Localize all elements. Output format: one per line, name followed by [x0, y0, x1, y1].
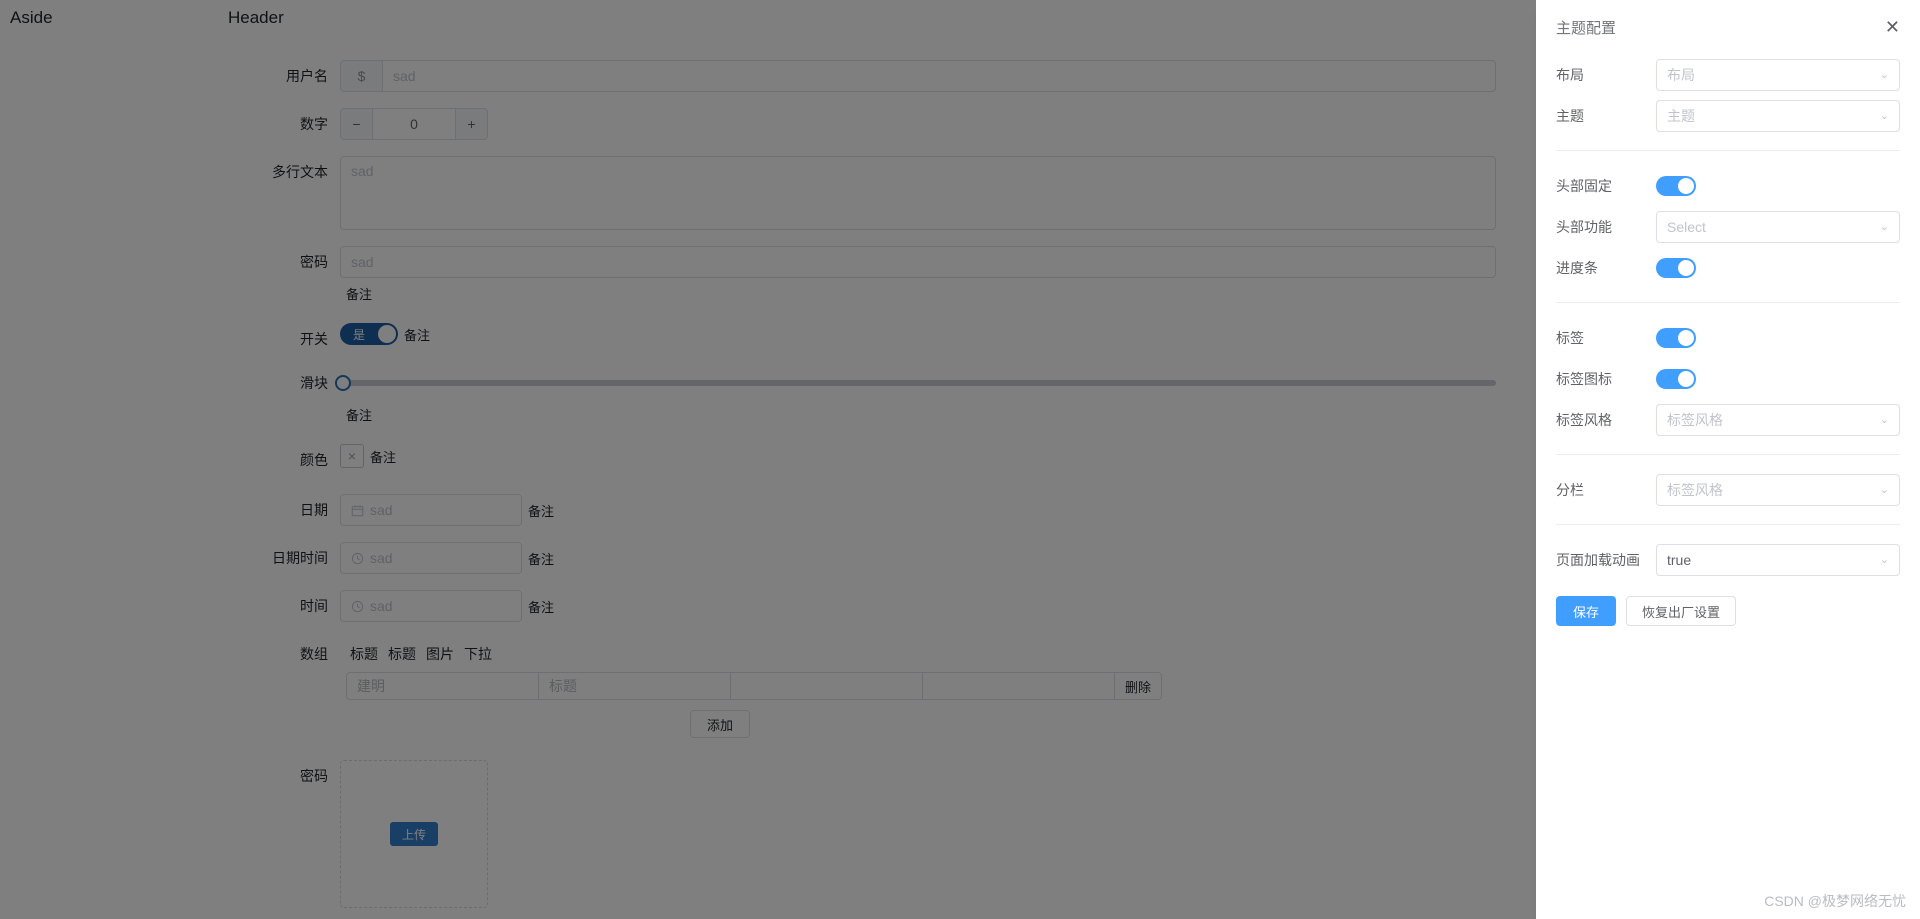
toggle-knob [1678, 329, 1694, 346]
drawer-group-animation: 页面加载动画 true ⌄ [1556, 539, 1900, 580]
select-layout-value: 布局 [1667, 66, 1695, 83]
toggle-knob [1678, 177, 1694, 194]
drawer-label-header-func: 头部功能 [1556, 218, 1612, 235]
select-column-value: 标签风格 [1667, 481, 1723, 498]
toggle-tag-icon[interactable] [1656, 368, 1696, 389]
toggle-tags[interactable] [1656, 327, 1696, 348]
drawer-label-header-fixed: 头部固定 [1556, 177, 1612, 194]
close-icon[interactable]: ✕ [1885, 18, 1900, 36]
drawer-row-theme: 主题 主题 ⌄ [1556, 95, 1900, 136]
select-page-anim[interactable]: true ⌄ [1656, 543, 1900, 576]
drawer-row-tag-icon: 标签图标 [1556, 358, 1900, 399]
drawer-actions: 保存 恢复出厂设置 [1556, 596, 1900, 626]
chevron-down-icon: ⌄ [1879, 484, 1889, 496]
select-page-anim-value: true [1667, 551, 1692, 568]
drawer-group-tags: 标签 标签图标 标签风格 标签风格 ⌄ [1556, 317, 1900, 440]
drawer-group-layout: 布局 布局 ⌄ 主题 主题 ⌄ [1556, 54, 1900, 136]
toggle-progress-bar[interactable] [1656, 257, 1696, 278]
select-layout[interactable]: 布局 ⌄ [1656, 58, 1900, 91]
screen-root: Aside Header 用户名 $ sad 数字 − 0 + [0, 0, 1920, 919]
drawer-row-header-fixed: 头部固定 [1556, 165, 1900, 206]
reset-factory-button[interactable]: 恢复出厂设置 [1626, 596, 1737, 626]
drawer-group-column: 分栏 标签风格 ⌄ [1556, 469, 1900, 510]
drawer-row-header-func: 头部功能 Select ⌄ [1556, 206, 1900, 247]
modal-overlay[interactable] [0, 0, 1536, 919]
select-header-func[interactable]: Select ⌄ [1656, 210, 1900, 243]
drawer-row-layout: 布局 布局 ⌄ [1556, 54, 1900, 95]
chevron-down-icon: ⌄ [1879, 110, 1889, 122]
chevron-down-icon: ⌄ [1879, 221, 1889, 233]
select-tag-style[interactable]: 标签风格 ⌄ [1656, 403, 1900, 436]
select-header-func-value: Select [1667, 218, 1706, 235]
select-column[interactable]: 标签风格 ⌄ [1656, 473, 1900, 506]
drawer-label-tag-icon: 标签图标 [1556, 370, 1612, 387]
toggle-knob [1678, 370, 1694, 387]
drawer-header: 主题配置 ✕ [1556, 0, 1900, 54]
drawer-row-tags: 标签 [1556, 317, 1900, 358]
divider [1556, 302, 1900, 303]
divider [1556, 150, 1900, 151]
watermark: CSDN @极梦网络无忧 [1764, 893, 1906, 909]
select-tag-style-value: 标签风格 [1667, 411, 1723, 428]
divider [1556, 454, 1900, 455]
drawer-row-column: 分栏 标签风格 ⌄ [1556, 469, 1900, 510]
drawer-label-layout: 布局 [1556, 66, 1584, 83]
drawer-row-tag-style: 标签风格 标签风格 ⌄ [1556, 399, 1900, 440]
drawer-row-page-anim: 页面加载动画 true ⌄ [1556, 539, 1900, 580]
save-button[interactable]: 保存 [1556, 596, 1617, 626]
drawer-label-theme: 主题 [1556, 107, 1584, 124]
divider [1556, 524, 1900, 525]
chevron-down-icon: ⌄ [1879, 414, 1889, 426]
chevron-down-icon: ⌄ [1879, 69, 1889, 81]
drawer-label-column: 分栏 [1556, 481, 1584, 498]
chevron-down-icon: ⌄ [1879, 554, 1889, 566]
drawer-label-tag-style: 标签风格 [1556, 411, 1612, 428]
drawer-label-page-anim: 页面加载动画 [1556, 551, 1640, 568]
drawer-label-tags: 标签 [1556, 329, 1584, 346]
select-theme-value: 主题 [1667, 107, 1695, 124]
theme-config-drawer: 主题配置 ✕ 布局 布局 ⌄ 主题 主题 ⌄ 头部固定 头部功能 Select … [1536, 0, 1920, 919]
toggle-knob [1678, 259, 1694, 276]
toggle-header-fixed[interactable] [1656, 175, 1696, 196]
select-theme[interactable]: 主题 ⌄ [1656, 99, 1900, 132]
drawer-title: 主题配置 [1556, 19, 1617, 37]
drawer-group-header: 头部固定 头部功能 Select ⌄ 进度条 [1556, 165, 1900, 288]
drawer-label-progress: 进度条 [1556, 259, 1598, 276]
drawer-row-progress: 进度条 [1556, 247, 1900, 288]
